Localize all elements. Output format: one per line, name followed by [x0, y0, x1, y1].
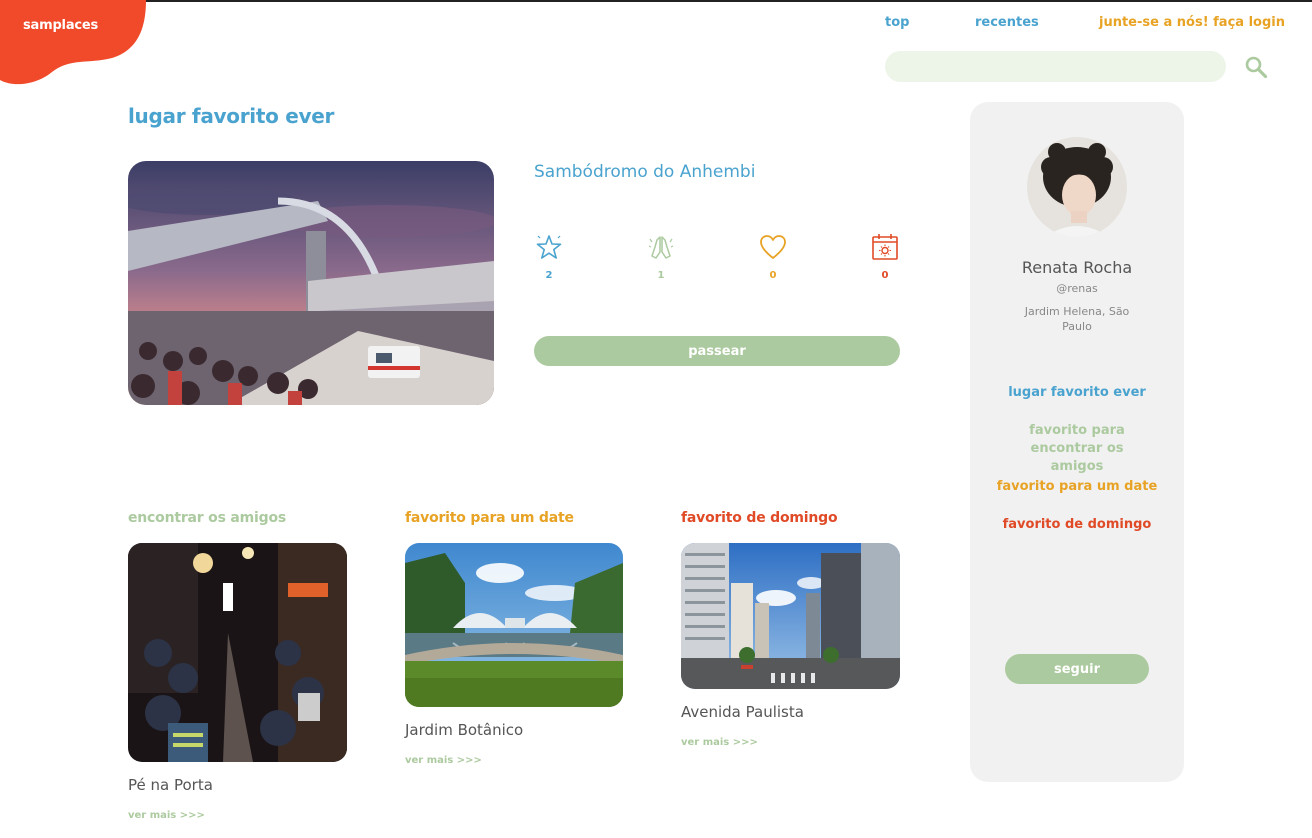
sambodromo-photo[interactable] — [128, 161, 494, 405]
category-place-avenida-paulista[interactable]: Avenida Paulista — [681, 703, 804, 721]
calendar-count: 0 — [881, 270, 889, 281]
section-title-favorito-ever: lugar favorito ever — [128, 104, 335, 128]
avatar[interactable] — [1027, 137, 1127, 237]
profile-panel: Renata Rocha @renas Jardim Helena, São P… — [970, 102, 1184, 782]
ver-mais-link-domingo[interactable]: ver mais >>> — [681, 737, 758, 748]
star-count: 2 — [545, 270, 553, 281]
profile-name: Renata Rocha — [1021, 258, 1133, 277]
pray-count: 1 — [657, 270, 665, 281]
stat-calendar[interactable]: 0 — [865, 232, 905, 281]
category-place-pe-na-porta[interactable]: Pé na Porta — [128, 776, 213, 794]
category-title-amigos: encontrar os amigos — [128, 510, 286, 526]
logo-blob — [0, 0, 146, 85]
top-border — [0, 0, 1312, 2]
category-title-date: favorito para um date — [405, 510, 574, 526]
avenida-paulista-photo[interactable] — [681, 543, 900, 689]
category-place-jardim-botanico[interactable]: Jardim Botânico — [405, 721, 523, 739]
ver-mais-link-date[interactable]: ver mais >>> — [405, 755, 482, 766]
profile-link-favorito-ever[interactable]: lugar favorito ever — [990, 384, 1164, 402]
heart-icon — [760, 235, 786, 259]
nav-link-join-login[interactable]: junte-se a nós! faça login — [1099, 15, 1285, 30]
jardim-botanico-photo[interactable] — [405, 543, 623, 707]
star-icon — [536, 235, 562, 259]
pe-na-porta-photo[interactable] — [128, 543, 347, 762]
praying-hands-icon — [648, 236, 674, 259]
profile-link-amigos[interactable]: favorito para encontrar os amigos — [1005, 422, 1149, 476]
profile-link-domingo[interactable]: favorito de domingo — [990, 516, 1164, 534]
search-icon[interactable] — [1244, 55, 1268, 79]
search-input[interactable] — [885, 51, 1226, 82]
nav-link-recentes[interactable]: recentes — [975, 15, 1039, 30]
favorite-place-name[interactable]: Sambódromo do Anhembi — [534, 162, 755, 182]
heart-count: 0 — [769, 270, 777, 281]
follow-button[interactable]: seguir — [1005, 654, 1149, 684]
passear-button[interactable]: passear — [534, 336, 900, 366]
calendar-sun-icon — [872, 234, 898, 260]
profile-link-date[interactable]: favorito para um date — [990, 478, 1164, 496]
stat-pray[interactable]: 1 — [641, 232, 681, 281]
category-title-domingo: favorito de domingo — [681, 510, 838, 526]
stat-heart[interactable]: 0 — [753, 232, 793, 281]
stat-star[interactable]: 2 — [529, 232, 569, 281]
profile-location: Jardim Helena, São Paulo — [1024, 305, 1130, 333]
logo[interactable]: samplaces — [0, 0, 150, 86]
nav-link-top[interactable]: top — [885, 15, 909, 30]
ver-mais-link-amigos[interactable]: ver mais >>> — [128, 810, 205, 821]
profile-handle: @renas — [1056, 282, 1098, 295]
logo-text: samplaces — [23, 18, 99, 33]
